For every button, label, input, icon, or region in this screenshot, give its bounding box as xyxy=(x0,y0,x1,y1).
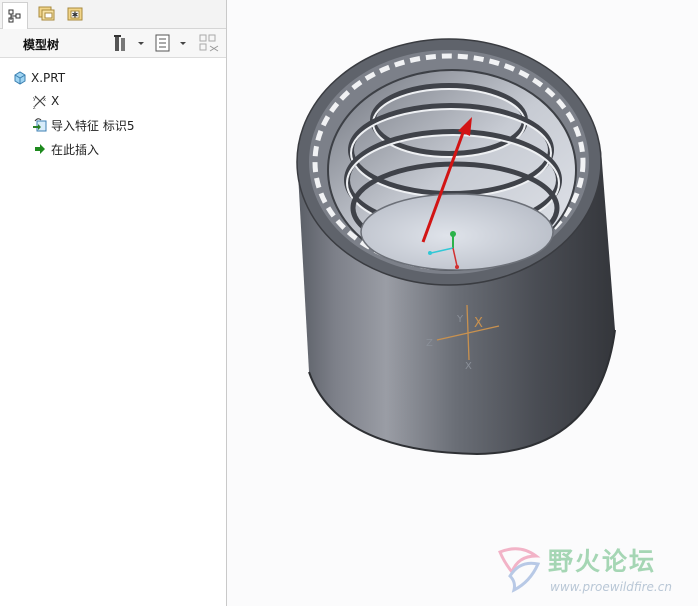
svg-text:z: z xyxy=(33,105,36,109)
datum-axis-y-label: Y xyxy=(456,314,464,325)
tree-item-label: X xyxy=(51,94,60,108)
navigator-panel: ✱ 模型树 X.PRT y x z X 导入特征 标识5 在此插入 xyxy=(0,0,227,606)
graphics-viewport[interactable]: X Y Z X xyxy=(227,0,698,606)
part-icon xyxy=(12,70,28,86)
tree-item-label: 导入特征 标识5 xyxy=(51,118,135,133)
svg-text:x: x xyxy=(43,97,46,103)
tree-settings-button[interactable] xyxy=(112,33,146,53)
part-model-render: X Y Z X xyxy=(296,38,616,456)
datum-axis-z-label: Z xyxy=(426,338,433,349)
tab-model-tree[interactable] xyxy=(2,2,28,29)
tab-folder-browser[interactable] xyxy=(34,2,60,26)
import-feature-icon xyxy=(32,117,48,133)
tree-columns-button[interactable] xyxy=(153,33,189,53)
tree-filter-button[interactable] xyxy=(198,33,222,53)
inner-floor xyxy=(360,193,554,271)
folder-browser-icon xyxy=(38,6,55,21)
tree-filter-icon xyxy=(199,34,219,52)
tree-columns-icon xyxy=(155,34,186,52)
tree-item-csys[interactable]: y x z X xyxy=(32,91,59,111)
watermark-logo-icon xyxy=(498,547,541,593)
tree-settings-icon xyxy=(114,35,144,51)
tab-favorites[interactable]: ✱ xyxy=(62,2,88,26)
datum-csys-label: X xyxy=(474,316,483,331)
tree-item-label: X.PRT xyxy=(31,71,66,85)
coordinate-system-icon: y x z xyxy=(32,93,48,109)
svg-text:✱: ✱ xyxy=(72,11,79,20)
favorites-icon: ✱ xyxy=(67,7,83,21)
tree-item-label: 在此插入 xyxy=(51,142,100,157)
navigator-tabs: ✱ xyxy=(0,0,226,29)
watermark-url: www.proewildfire.cn xyxy=(550,580,672,594)
watermark-title: 野火论坛 xyxy=(548,547,657,576)
tree-item-insert-here[interactable]: 在此插入 xyxy=(32,139,99,159)
forum-watermark: 野火论坛 www.proewildfire.cn xyxy=(490,540,696,602)
tree-item-import-feature[interactable]: 导入特征 标识5 xyxy=(32,115,134,135)
svg-text:y: y xyxy=(33,96,36,102)
tree-item-root[interactable]: X.PRT xyxy=(12,68,65,88)
datum-axis-x-label: X xyxy=(465,361,472,372)
model-tree-header: 模型树 xyxy=(0,29,226,58)
insert-here-arrow-icon xyxy=(32,141,48,157)
model-tree-icon xyxy=(8,9,21,23)
model-tree-title: 模型树 xyxy=(23,38,60,52)
